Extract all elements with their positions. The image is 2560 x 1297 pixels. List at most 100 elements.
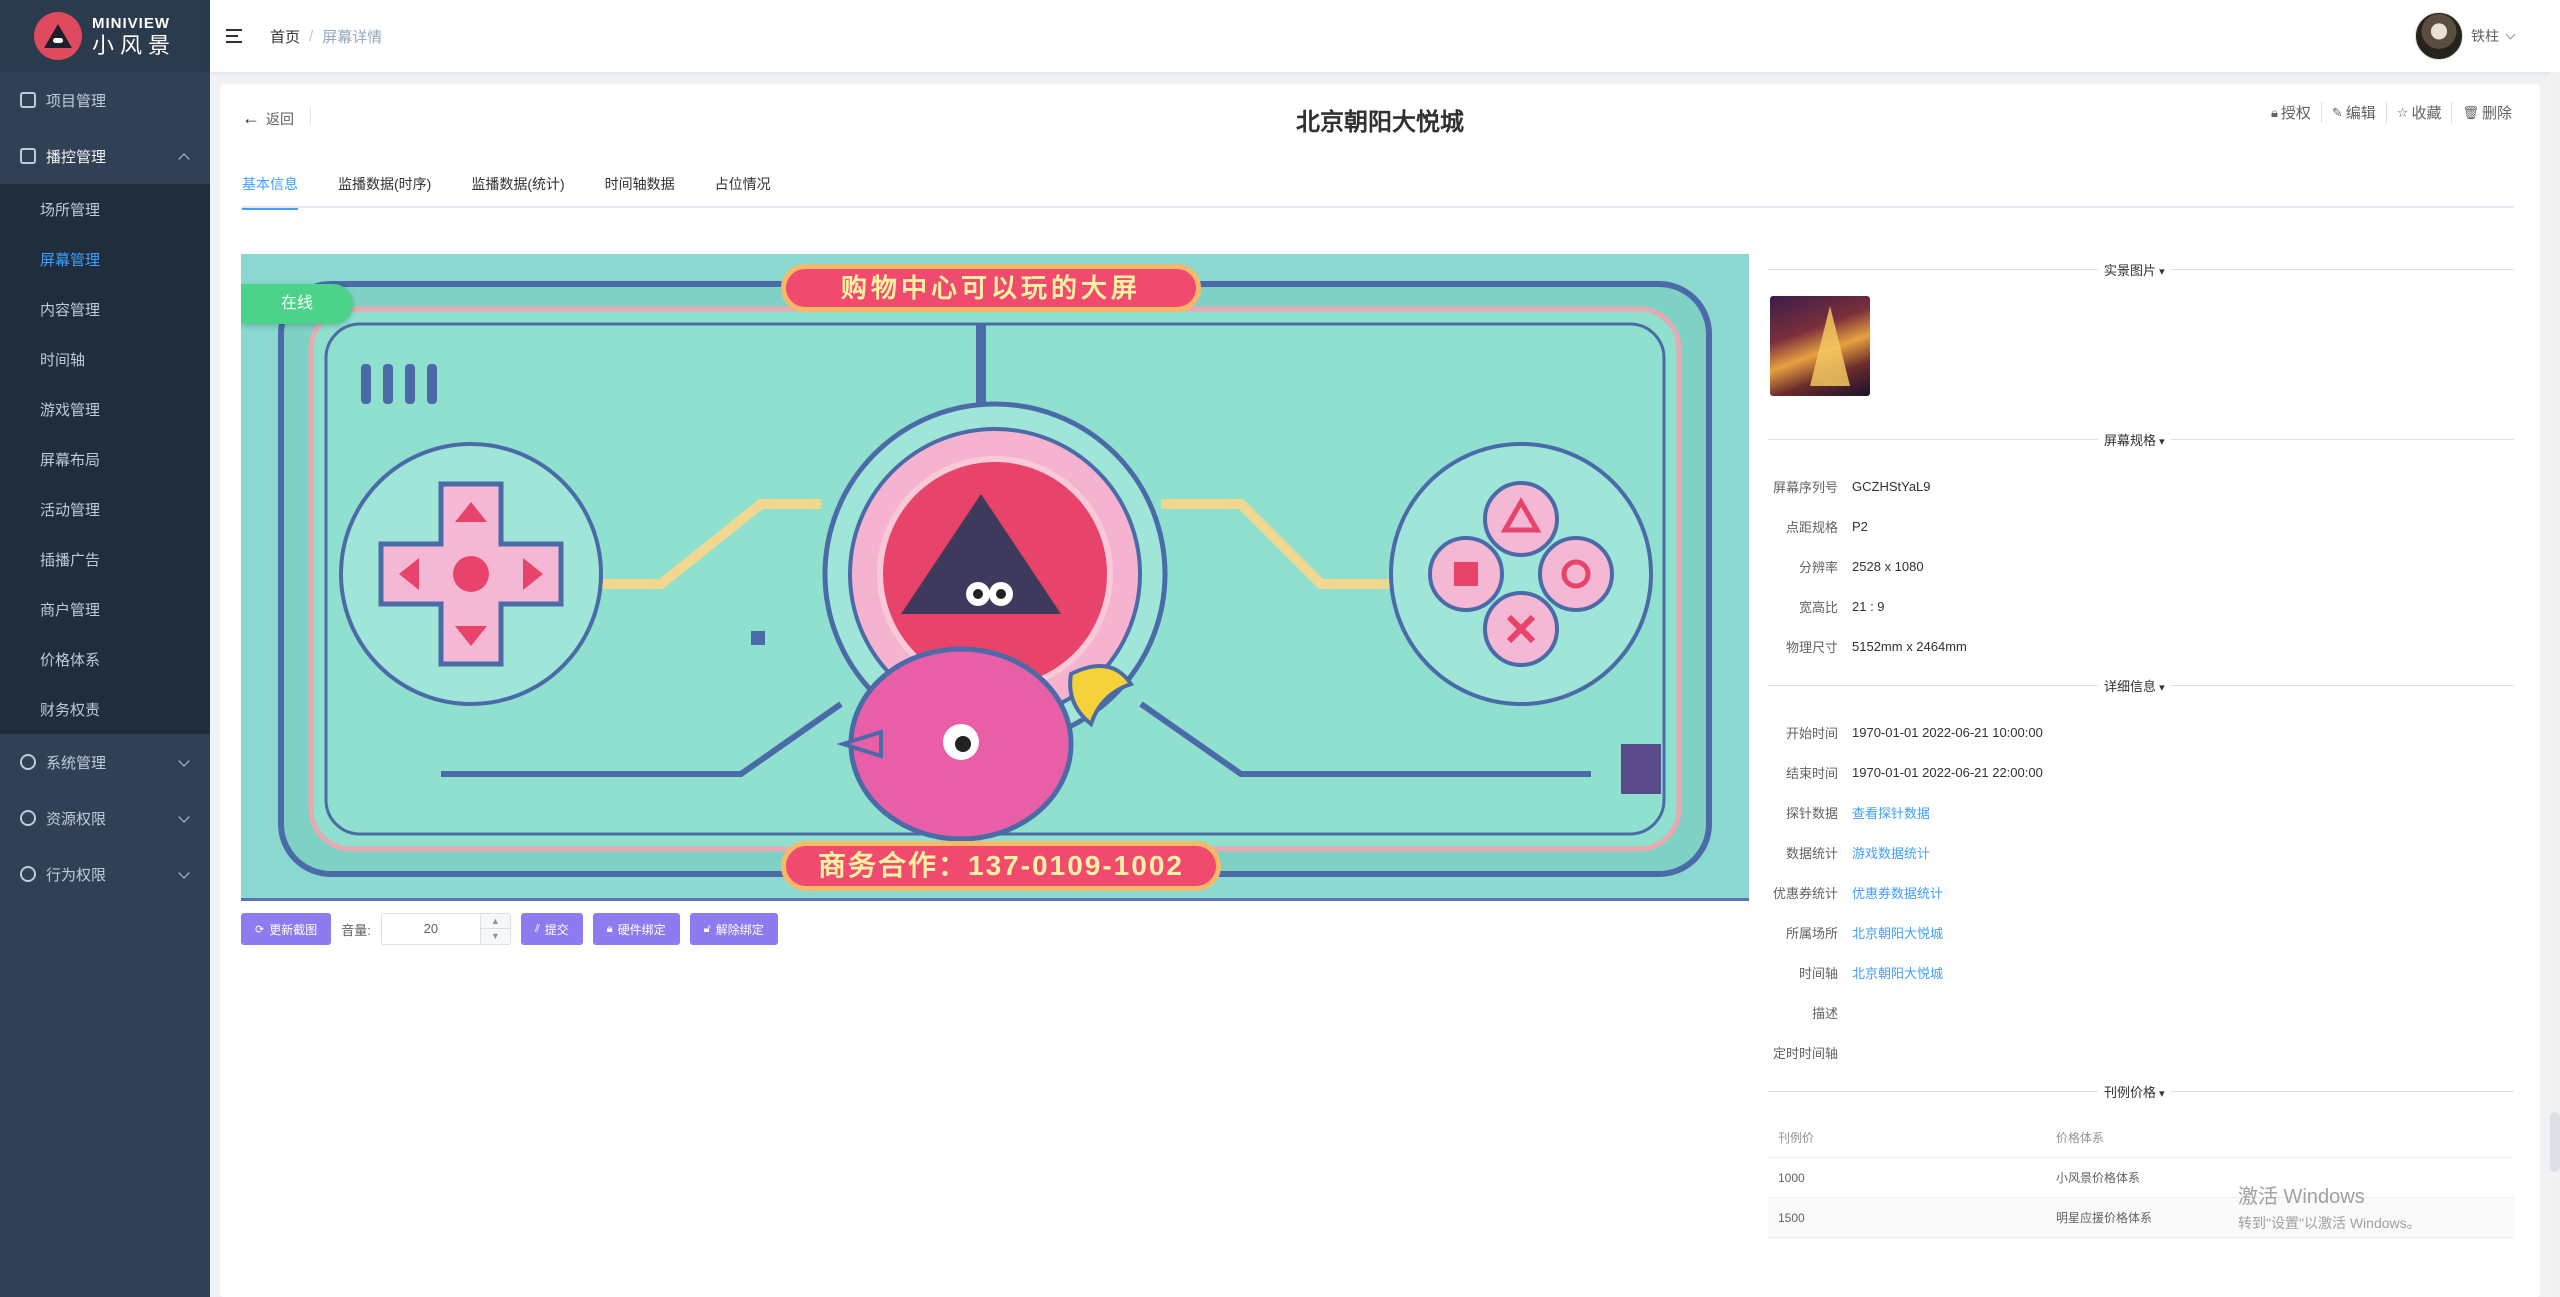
coupon-stats-link[interactable]: 优惠券数据统计 bbox=[1846, 883, 1943, 902]
edit-button[interactable]: ✎ 编辑 bbox=[2320, 102, 2386, 123]
detail-label: 结束时间 bbox=[1785, 765, 1838, 781]
bind-label: 硬件绑定 bbox=[617, 922, 666, 937]
column-header: 刊例价 bbox=[1778, 1131, 1815, 1145]
sidebar-subitem-finance[interactable]: 财务权责 bbox=[0, 684, 210, 734]
section-title[interactable]: 详细信息 bbox=[2098, 676, 2171, 695]
sidebar-item-resource[interactable]: 资源权限 bbox=[0, 790, 210, 846]
game-stats-link[interactable]: 游戏数据统计 bbox=[1846, 843, 1930, 862]
refresh-screenshot-button[interactable]: ⟳ 更新截图 bbox=[241, 913, 332, 945]
screen-preview: 购物中心可以玩的大屏 商务合作：137-0109-1002 在线 bbox=[241, 254, 1749, 901]
venue-photo[interactable] bbox=[1770, 296, 1870, 396]
detail-row: 优惠券统计 优惠券数据统计 bbox=[1768, 872, 2514, 912]
sidebar-subitem-venue[interactable]: 场所管理 bbox=[0, 184, 210, 234]
decrease-icon[interactable]: ▼ bbox=[481, 929, 510, 944]
chevron-down-icon bbox=[178, 867, 190, 879]
windows-activation-watermark: 激活 Windows 转到"设置"以激活 Windows。 bbox=[2238, 1180, 2421, 1233]
bind-hardware-button[interactable]: 🔒︎ 硬件绑定 bbox=[592, 913, 680, 945]
refresh-label: 更新截图 bbox=[269, 922, 318, 937]
edit-label: 编辑 bbox=[2345, 105, 2376, 122]
hamburger-icon[interactable] bbox=[226, 28, 246, 44]
unbind-button[interactable]: 🔓︎ 解除绑定 bbox=[689, 913, 778, 945]
avatar[interactable] bbox=[2415, 12, 2463, 60]
sidebar-subitem-activity[interactable]: 活动管理 bbox=[0, 484, 210, 534]
sidebar-subitem-timeline[interactable]: 时间轴 bbox=[0, 334, 210, 384]
breadcrumb-home[interactable]: 首页 bbox=[270, 26, 300, 47]
sidebar-item-label: 项目管理 bbox=[46, 92, 107, 110]
user-menu[interactable]: 铁柱 bbox=[2415, 12, 2516, 60]
submit-button[interactable]: ⫽ 提交 bbox=[520, 913, 583, 945]
spec-row: 分辨率 2528 x 1080 bbox=[1768, 546, 2514, 586]
sidebar-subitem-layout[interactable]: 屏幕布局 bbox=[0, 434, 210, 484]
increase-icon[interactable]: ▲ bbox=[480, 914, 510, 929]
delete-label: 删除 bbox=[2481, 105, 2512, 122]
chevron-down-icon bbox=[178, 811, 190, 823]
breadcrumb: 首页 / 屏幕详情 bbox=[270, 26, 382, 47]
detail-value: 1970-01-01 2022-06-21 10:00:00 bbox=[1852, 724, 2043, 740]
volume-input[interactable]: 20 bbox=[382, 914, 480, 944]
tab-basic-info[interactable]: 基本信息 bbox=[242, 168, 298, 210]
venue-link[interactable]: 北京朝阳大悦城 bbox=[1846, 923, 1943, 942]
detail-label: 优惠券统计 bbox=[1772, 885, 1838, 901]
section-title[interactable]: 实景图片 bbox=[2098, 260, 2171, 279]
tab-monitor-timeseries[interactable]: 监播数据(时序) bbox=[338, 168, 431, 208]
spec-label: 物理尺寸 bbox=[1785, 639, 1838, 655]
chevron-up-icon bbox=[178, 153, 190, 165]
detail-label: 时间轴 bbox=[1798, 965, 1838, 981]
brand-logo[interactable]: MINIVIEW 小风景 bbox=[0, 0, 210, 72]
probe-data-link[interactable]: 查看探针数据 bbox=[1846, 803, 1930, 822]
spec-row: 屏幕序列号 GCZHStYaL9 bbox=[1768, 466, 2514, 506]
sidebar-item-broadcast[interactable]: 播控管理 bbox=[0, 128, 210, 184]
submenu-broadcast: 场所管理 屏幕管理 内容管理 时间轴 游戏管理 屏幕布局 活动管理 插播广告 商… bbox=[0, 184, 210, 734]
sidebar-item-system[interactable]: 系统管理 bbox=[0, 734, 210, 790]
scrollbar-thumb[interactable] bbox=[2550, 1112, 2560, 1172]
sidebar-subitem-content[interactable]: 内容管理 bbox=[0, 284, 210, 334]
table-cell: 1000 bbox=[1778, 1170, 1805, 1185]
gear-icon bbox=[20, 754, 36, 770]
timeline-link[interactable]: 北京朝阳大悦城 bbox=[1846, 963, 1943, 982]
sidebar-subitem-ads[interactable]: 插播广告 bbox=[0, 534, 210, 584]
section-price[interactable]: 刊例价格 bbox=[1768, 1076, 2514, 1106]
column-header: 价格体系 bbox=[2056, 1131, 2105, 1145]
page-scrollbar[interactable] bbox=[2550, 72, 2560, 1297]
tab-timeline-data[interactable]: 时间轴数据 bbox=[605, 168, 675, 208]
page-title: 北京朝阳大悦城 bbox=[1296, 109, 1464, 136]
chevron-down-icon[interactable] bbox=[2505, 29, 2516, 39]
sidebar: MINIVIEW 小风景 项目管理 播控管理 场所管理 屏幕管理 内容管理 时间… bbox=[0, 0, 210, 1297]
user-name[interactable]: 铁柱 bbox=[2471, 26, 2499, 46]
authorize-label: 授权 bbox=[2280, 105, 2311, 122]
spec-value: 21 : 9 bbox=[1852, 598, 1885, 614]
spec-value: 5152mm x 2464mm bbox=[1852, 638, 1967, 654]
authorize-button[interactable]: 🔒︎ 授权 bbox=[2261, 102, 2321, 123]
tab-occupancy[interactable]: 占位情况 bbox=[715, 168, 771, 208]
detail-row: 所属场所 北京朝阳大悦城 bbox=[1768, 912, 2514, 952]
detail-row: 定时时间轴 bbox=[1768, 1032, 2514, 1072]
sidebar-subitem-game[interactable]: 游戏管理 bbox=[0, 384, 210, 434]
volume-stepper[interactable]: 20 ▲ ▼ bbox=[380, 913, 511, 945]
detail-label: 描述 bbox=[1811, 1005, 1838, 1021]
detail-value: 1970-01-01 2022-06-21 22:00:00 bbox=[1852, 764, 2043, 780]
section-spec[interactable]: 屏幕规格 bbox=[1768, 424, 2514, 454]
favorite-button[interactable]: ☆ 收藏 bbox=[2385, 102, 2452, 123]
table-cell: 小风景价格体系 bbox=[2056, 1171, 2141, 1185]
sidebar-item-behavior[interactable]: 行为权限 bbox=[0, 846, 210, 902]
trash-icon: 🗑︎ bbox=[2462, 104, 2479, 120]
tab-monitor-stats[interactable]: 监播数据(统计) bbox=[471, 168, 564, 208]
tab-bar: 基本信息 监播数据(时序) 监播数据(统计) 时间轴数据 占位情况 bbox=[242, 168, 2514, 210]
section-detail[interactable]: 详细信息 bbox=[1768, 670, 2514, 700]
detail-label: 探针数据 bbox=[1785, 805, 1838, 821]
section-photo[interactable]: 实景图片 bbox=[1768, 254, 2514, 284]
spec-row: 物理尺寸 5152mm x 2464mm bbox=[1768, 626, 2514, 666]
delete-button[interactable]: 🗑︎ 删除 bbox=[2451, 102, 2522, 123]
sidebar-subitem-screen[interactable]: 屏幕管理 bbox=[0, 234, 210, 284]
unlock-icon: 🔓︎ bbox=[703, 922, 711, 935]
table-cell: 明星应援价格体系 bbox=[2056, 1211, 2153, 1225]
home-icon bbox=[20, 92, 36, 108]
sidebar-subitem-pricing[interactable]: 价格体系 bbox=[0, 634, 210, 684]
top-navbar: 首页 / 屏幕详情 铁柱 bbox=[210, 0, 2560, 72]
favorite-label: 收藏 bbox=[2411, 105, 2442, 122]
spec-value: 2528 x 1080 bbox=[1852, 558, 1924, 574]
section-title[interactable]: 刊例价格 bbox=[2098, 1082, 2171, 1101]
sidebar-subitem-merchant[interactable]: 商户管理 bbox=[0, 584, 210, 634]
sidebar-item-project[interactable]: 项目管理 bbox=[0, 72, 210, 128]
section-title[interactable]: 屏幕规格 bbox=[2098, 430, 2171, 449]
